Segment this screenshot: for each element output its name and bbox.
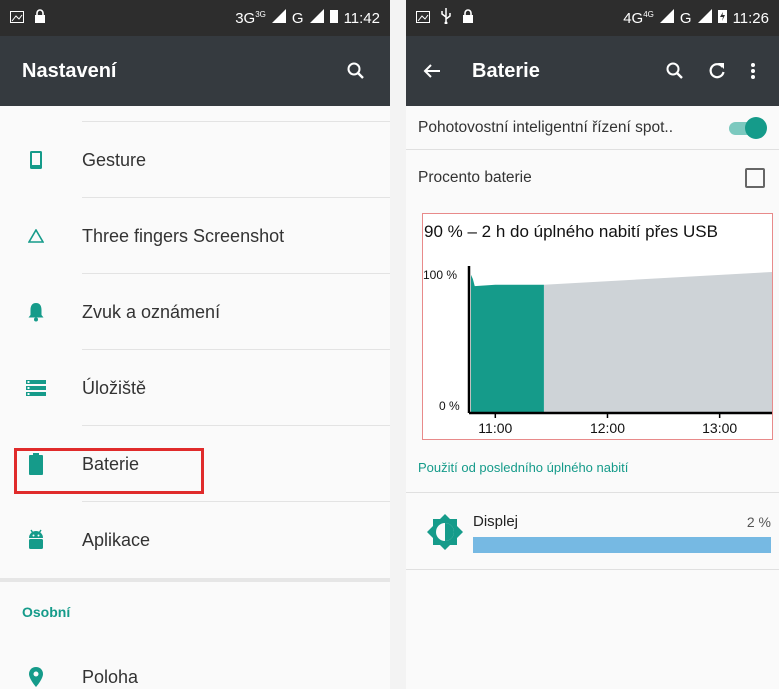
signal-icon bbox=[659, 9, 674, 27]
series-charge-area bbox=[471, 274, 544, 413]
network-type-2: G bbox=[291, 9, 304, 27]
triangle-icon bbox=[22, 229, 50, 243]
signal-icon-2 bbox=[697, 9, 712, 27]
settings-item-label: Three fingers Screenshot bbox=[82, 225, 285, 246]
settings-item-label: Úložiště bbox=[82, 377, 147, 398]
x-tick-label: 11:00 bbox=[478, 420, 512, 436]
search-icon[interactable] bbox=[663, 59, 687, 83]
y-tick-label: 100 % bbox=[423, 268, 457, 282]
smart-standby-row[interactable]: Pohotovostní inteligentní řízení spot.. bbox=[406, 107, 779, 149]
battery-charging-icon bbox=[717, 9, 727, 27]
y-tick-label: 0 % bbox=[439, 399, 460, 413]
android-icon bbox=[22, 529, 50, 551]
status-bar: 4G4G G 11:26 bbox=[406, 0, 779, 36]
app-bar: Nastavení bbox=[0, 36, 390, 106]
battery-chart: 90 % – 2 h do úplného nabití přes USB 10… bbox=[422, 213, 773, 440]
settings-item-apps[interactable]: Aplikace bbox=[0, 502, 390, 578]
battery-percentage-checkbox[interactable] bbox=[745, 168, 765, 188]
back-arrow-icon[interactable] bbox=[420, 59, 444, 83]
settings-item-three-fingers-screenshot[interactable]: Three fingers Screenshot bbox=[0, 198, 390, 274]
page-title: Baterie bbox=[472, 59, 540, 82]
network-type-2: G bbox=[679, 9, 692, 27]
settings-item-storage[interactable]: Úložiště bbox=[0, 350, 390, 426]
x-tick-label: 13:00 bbox=[702, 420, 737, 436]
settings-screen: 3G3G G 11:42 Nastavení Gesture Three fin… bbox=[0, 0, 390, 689]
battery-screen: 4G4G G 11:26 Baterie Pohotovostní inteli… bbox=[406, 0, 779, 689]
smart-standby-label: Pohotovostní inteligentní řízení spot.. bbox=[418, 119, 674, 136]
settings-item-label: Aplikace bbox=[82, 529, 151, 550]
signal-icon-2 bbox=[309, 9, 324, 27]
settings-item-label: Zvuk a oznámení bbox=[82, 301, 221, 322]
status-bar: 3G3G G 11:42 bbox=[0, 0, 390, 36]
image-notification-icon bbox=[10, 10, 24, 27]
battery-percentage-label: Procento baterie bbox=[418, 169, 532, 186]
settings-item-sound[interactable]: Zvuk a oznámení bbox=[0, 274, 390, 350]
image-notification-icon bbox=[416, 10, 430, 27]
page-title: Nastavení bbox=[22, 59, 117, 82]
usage-link[interactable]: Použití od posledního úplného nabití bbox=[418, 460, 628, 475]
section-header-personal: Osobní bbox=[22, 604, 71, 620]
settings-item-label: Gesture bbox=[82, 149, 147, 170]
highlight-box bbox=[14, 448, 204, 494]
search-icon[interactable] bbox=[344, 59, 368, 83]
usage-item-label: Displej bbox=[473, 513, 519, 530]
usage-item-percent: 2 % bbox=[746, 514, 771, 530]
usage-item-bar bbox=[473, 537, 771, 553]
overflow-menu-icon[interactable] bbox=[741, 59, 765, 83]
usb-icon bbox=[440, 8, 452, 28]
settings-item-gesture[interactable]: Gesture bbox=[0, 122, 390, 198]
location-pin-icon bbox=[22, 667, 50, 687]
network-type: 3G3G bbox=[235, 9, 266, 27]
battery-percentage-row[interactable]: Procento baterie bbox=[406, 150, 779, 206]
usage-link-row[interactable]: Použití od posledního úplného nabití bbox=[406, 441, 779, 493]
x-tick-label: 12:00 bbox=[590, 420, 625, 436]
bell-icon bbox=[22, 302, 50, 322]
phone-icon bbox=[22, 150, 50, 170]
refresh-icon[interactable] bbox=[705, 59, 729, 83]
lock-icon bbox=[34, 9, 46, 27]
chart-svg: 100 % 0 % 11:00 12:00 13:00 bbox=[423, 266, 772, 436]
smart-standby-toggle[interactable] bbox=[725, 117, 767, 139]
brightness-icon bbox=[426, 513, 464, 556]
app-bar: Baterie bbox=[406, 36, 779, 106]
network-type: 4G4G bbox=[623, 9, 654, 27]
usage-item-display[interactable]: Displej 2 % bbox=[406, 493, 779, 569]
storage-icon bbox=[22, 380, 50, 396]
clock: 11:42 bbox=[343, 9, 380, 27]
battery-status-icon bbox=[329, 9, 338, 27]
settings-item-location[interactable]: Poloha bbox=[0, 642, 390, 689]
series-projection-area bbox=[543, 272, 772, 413]
lock-icon bbox=[462, 9, 474, 27]
settings-item-label: Poloha bbox=[82, 666, 139, 687]
signal-icon bbox=[271, 9, 286, 27]
clock: 11:26 bbox=[732, 9, 769, 27]
